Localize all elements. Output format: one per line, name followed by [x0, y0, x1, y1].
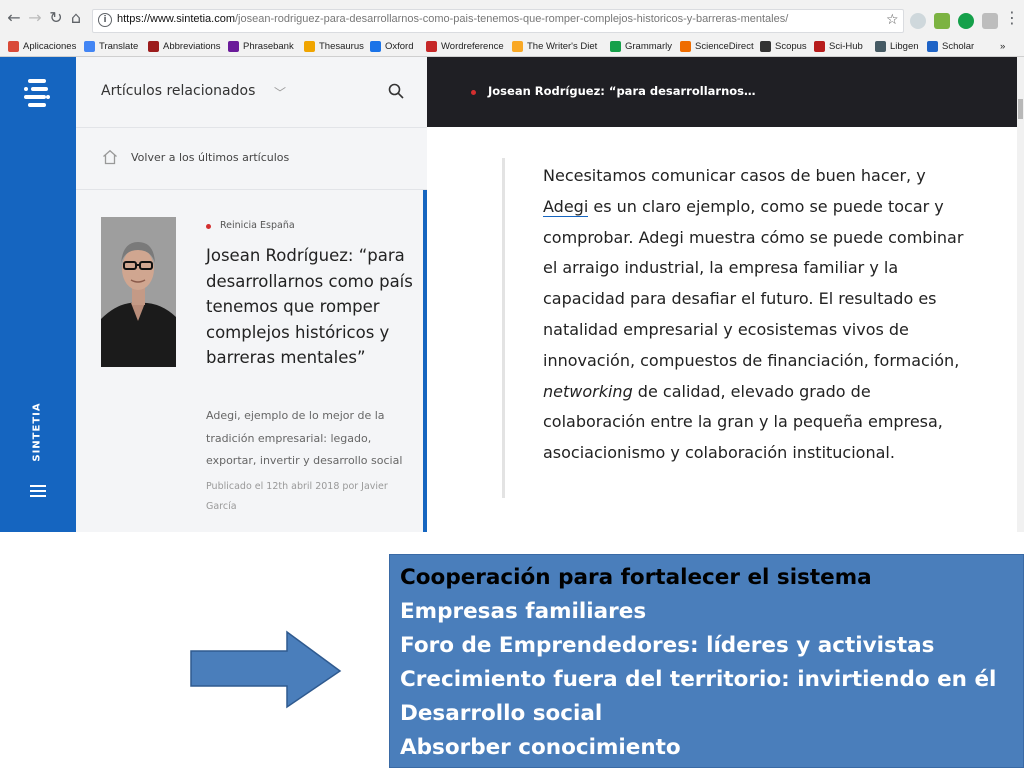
- site-sidebar: SINTETIA: [0, 57, 76, 532]
- panel-header: Artículos relacionados ﹀: [76, 57, 427, 128]
- bookmark-label: Libgen: [890, 40, 919, 52]
- home-icon[interactable]: ⌂: [66, 8, 86, 28]
- more-bookmarks-icon[interactable]: »: [1000, 38, 1005, 54]
- bookmark-favicon-icon: [610, 40, 621, 52]
- scrollbar-thumb[interactable]: [1018, 99, 1023, 119]
- topbar-dot-icon: [471, 90, 476, 95]
- chevron-down-icon[interactable]: ﹀: [274, 84, 286, 101]
- bookmark-favicon-icon: [370, 40, 381, 52]
- webpage: SINTETIA Artículos relacionados ﹀ Volver…: [0, 57, 1024, 532]
- grammarly-extension-icon[interactable]: [958, 13, 974, 29]
- bookmark-label: ScienceDirect: [695, 40, 754, 52]
- bookmark-label: Aplicaciones: [23, 40, 77, 52]
- bookmark-wordreference[interactable]: Wordreference: [426, 38, 504, 54]
- drive-extension-icon[interactable]: [934, 13, 950, 29]
- page-scrollbar[interactable]: [1017, 57, 1024, 532]
- bookmark-label: Oxford: [385, 40, 414, 52]
- reload-icon[interactable]: ↻: [46, 8, 66, 28]
- hamburger-menu-icon[interactable]: [30, 485, 46, 497]
- slide-line: Foro de Emprendedores: líderes y activis…: [400, 633, 935, 658]
- bookmark-label: Thesaurus: [319, 40, 364, 52]
- url-text: https://www.sintetia.com/josean-rodrigue…: [117, 13, 789, 25]
- bookmark-phrasebank[interactable]: Phrasebank: [228, 38, 294, 54]
- info-icon[interactable]: i: [98, 13, 112, 27]
- bookmark-label: Translate: [99, 40, 139, 52]
- card-category[interactable]: Reinicia España: [220, 220, 295, 231]
- bookmark-favicon-icon: [426, 40, 437, 52]
- bookmark-favicon-icon: [228, 40, 239, 52]
- brand-label: SINTETIA: [31, 402, 43, 462]
- menu-dots-icon[interactable]: ⋮: [1002, 8, 1022, 28]
- adegi-link[interactable]: Adegi: [543, 196, 589, 217]
- pdf-extension-icon[interactable]: [982, 13, 998, 29]
- related-articles-panel: Artículos relacionados ﹀ Volver a los úl…: [76, 57, 427, 532]
- bookmark-oxford[interactable]: Oxford: [370, 38, 414, 54]
- bookmark-sciencedirect[interactable]: ScienceDirect: [680, 38, 754, 54]
- bookmark-favicon-icon: [927, 40, 938, 52]
- bookmark-favicon-icon: [304, 40, 315, 52]
- back-link-label: Volver a los últimos artículos: [131, 151, 290, 164]
- bookmark-thesaurus[interactable]: Thesaurus: [304, 38, 364, 54]
- home-outline-icon: [103, 149, 117, 165]
- bookmark-scholar[interactable]: Scholar: [927, 38, 974, 54]
- article-topbar: Josean Rodríguez: “para desarrollarnos…: [427, 57, 1017, 127]
- category-dot-icon: [206, 224, 211, 229]
- related-article-card[interactable]: Reinicia España Josean Rodríguez: “para …: [76, 190, 427, 532]
- bookmark-favicon-icon: [875, 40, 886, 52]
- right-arrow-shape: [190, 630, 342, 709]
- cloud-extension-icon[interactable]: [910, 13, 926, 29]
- bookmark-favicon-icon: [814, 40, 825, 52]
- blockquote-bar: [502, 158, 505, 498]
- slide-line: Desarrollo social: [400, 701, 603, 726]
- slide-line: Crecimiento fuera del territorio: invirt…: [400, 667, 997, 692]
- slide-line: Empresas familiares: [400, 599, 647, 624]
- address-bar[interactable]: i https://www.sintetia.com/josean-rodrig…: [92, 9, 904, 33]
- slide-bullet-box: Cooperación para fortalecer el sistema E…: [389, 554, 1024, 768]
- topbar-title: Josean Rodríguez: “para desarrollarnos…: [488, 84, 756, 98]
- bookmark-favicon-icon: [760, 40, 771, 52]
- article-body: Necesitamos comunicar casos de buen hace…: [427, 127, 1017, 532]
- bookmark-star-icon[interactable]: ☆: [886, 12, 899, 28]
- card-meta: Publicado el 12th abril 2018 por Javier …: [206, 481, 388, 512]
- sintetia-logo-icon[interactable]: [24, 79, 50, 107]
- bookmark-label: Phrasebank: [243, 40, 294, 52]
- bookmarks-bar: Aplicaciones Translate Abbreviations Phrase…: [0, 36, 1024, 57]
- bookmark-abbreviations[interactable]: Abbreviations: [148, 38, 221, 54]
- blockquote-text: Necesitamos comunicar casos de buen hace…: [543, 166, 964, 463]
- back-arrow-icon[interactable]: ←: [4, 8, 24, 28]
- bookmark-sci-hub[interactable]: Sci-Hub: [814, 38, 863, 54]
- bookmark-label: Wordreference: [441, 40, 504, 52]
- bookmark-favicon-icon: [84, 40, 95, 52]
- bookmark-label: Scopus: [775, 40, 807, 52]
- bookmark-aplicaciones[interactable]: Aplicaciones: [8, 38, 76, 54]
- bookmark-favicon-icon: [148, 40, 159, 52]
- bookmark-label: The Writer's Diet: [527, 40, 598, 52]
- bookmark-label: Grammarly: [625, 40, 672, 52]
- panel-title[interactable]: Artículos relacionados: [101, 83, 255, 99]
- bookmark-grammarly[interactable]: Grammarly: [610, 38, 672, 54]
- bookmark-label: Abbreviations: [163, 40, 221, 52]
- bookmark-libgen[interactable]: Libgen: [875, 38, 919, 54]
- card-excerpt: Adegi, ejemplo de lo mejor de la tradici…: [206, 409, 403, 467]
- bookmark-translate[interactable]: Translate: [84, 38, 138, 54]
- card-title[interactable]: Josean Rodríguez: “para desarrollarnos c…: [206, 243, 416, 371]
- browser-toolbar: ← → ↻ ⌂ i https://www.sintetia.com/josea…: [0, 0, 1024, 37]
- bookmark-favicon-icon: [680, 40, 691, 52]
- bookmark-label: Sci-Hub: [829, 40, 863, 52]
- slide-line: Absorber conocimiento: [400, 735, 681, 760]
- search-icon[interactable]: [388, 83, 404, 99]
- bookmark-favicon-icon: [512, 40, 523, 52]
- slide-line: Cooperación para fortalecer el sistema: [400, 565, 872, 590]
- forward-arrow-icon[interactable]: →: [25, 8, 45, 28]
- back-to-latest-link[interactable]: Volver a los últimos artículos: [76, 127, 427, 190]
- author-photo: [101, 217, 176, 367]
- bookmark-scopus[interactable]: Scopus: [760, 38, 807, 54]
- bookmark-label: Scholar: [942, 40, 975, 52]
- bookmark-favicon-icon: [8, 40, 19, 52]
- bookmark-the-writer-s-diet[interactable]: The Writer's Diet: [512, 38, 597, 54]
